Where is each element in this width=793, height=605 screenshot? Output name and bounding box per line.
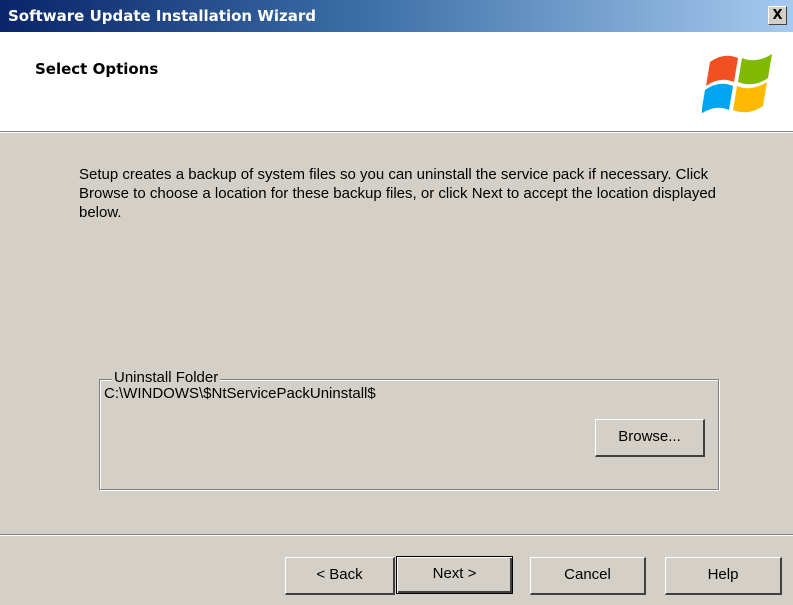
description-text: Setup creates a backup of system files s… [79, 166, 717, 221]
header-divider [0, 131, 793, 133]
windows-flag-logo-icon [702, 54, 772, 114]
footer-divider [0, 534, 793, 536]
next-button[interactable]: Next > [396, 556, 513, 594]
window-title: Software Update Installation Wizard [8, 7, 316, 25]
uninstall-folder-label: Uninstall Folder [112, 369, 221, 386]
close-icon: X [772, 8, 783, 23]
logo-yellow-pane [733, 82, 767, 113]
logo-red-pane [706, 55, 738, 86]
title-bar: Software Update Installation Wizard X [0, 0, 793, 32]
wizard-header: Select Options [0, 32, 793, 131]
uninstall-folder-path: C:\WINDOWS\$NtServicePackUninstall$ [104, 385, 376, 402]
browse-button[interactable]: Browse... [595, 419, 705, 457]
logo-green-pane [738, 54, 772, 85]
help-button[interactable]: Help [665, 557, 782, 595]
cancel-button[interactable]: Cancel [530, 557, 646, 595]
page-title: Select Options [35, 60, 159, 78]
logo-blue-pane [702, 83, 733, 114]
close-button[interactable]: X [768, 6, 787, 25]
back-button[interactable]: < Back [285, 557, 395, 595]
